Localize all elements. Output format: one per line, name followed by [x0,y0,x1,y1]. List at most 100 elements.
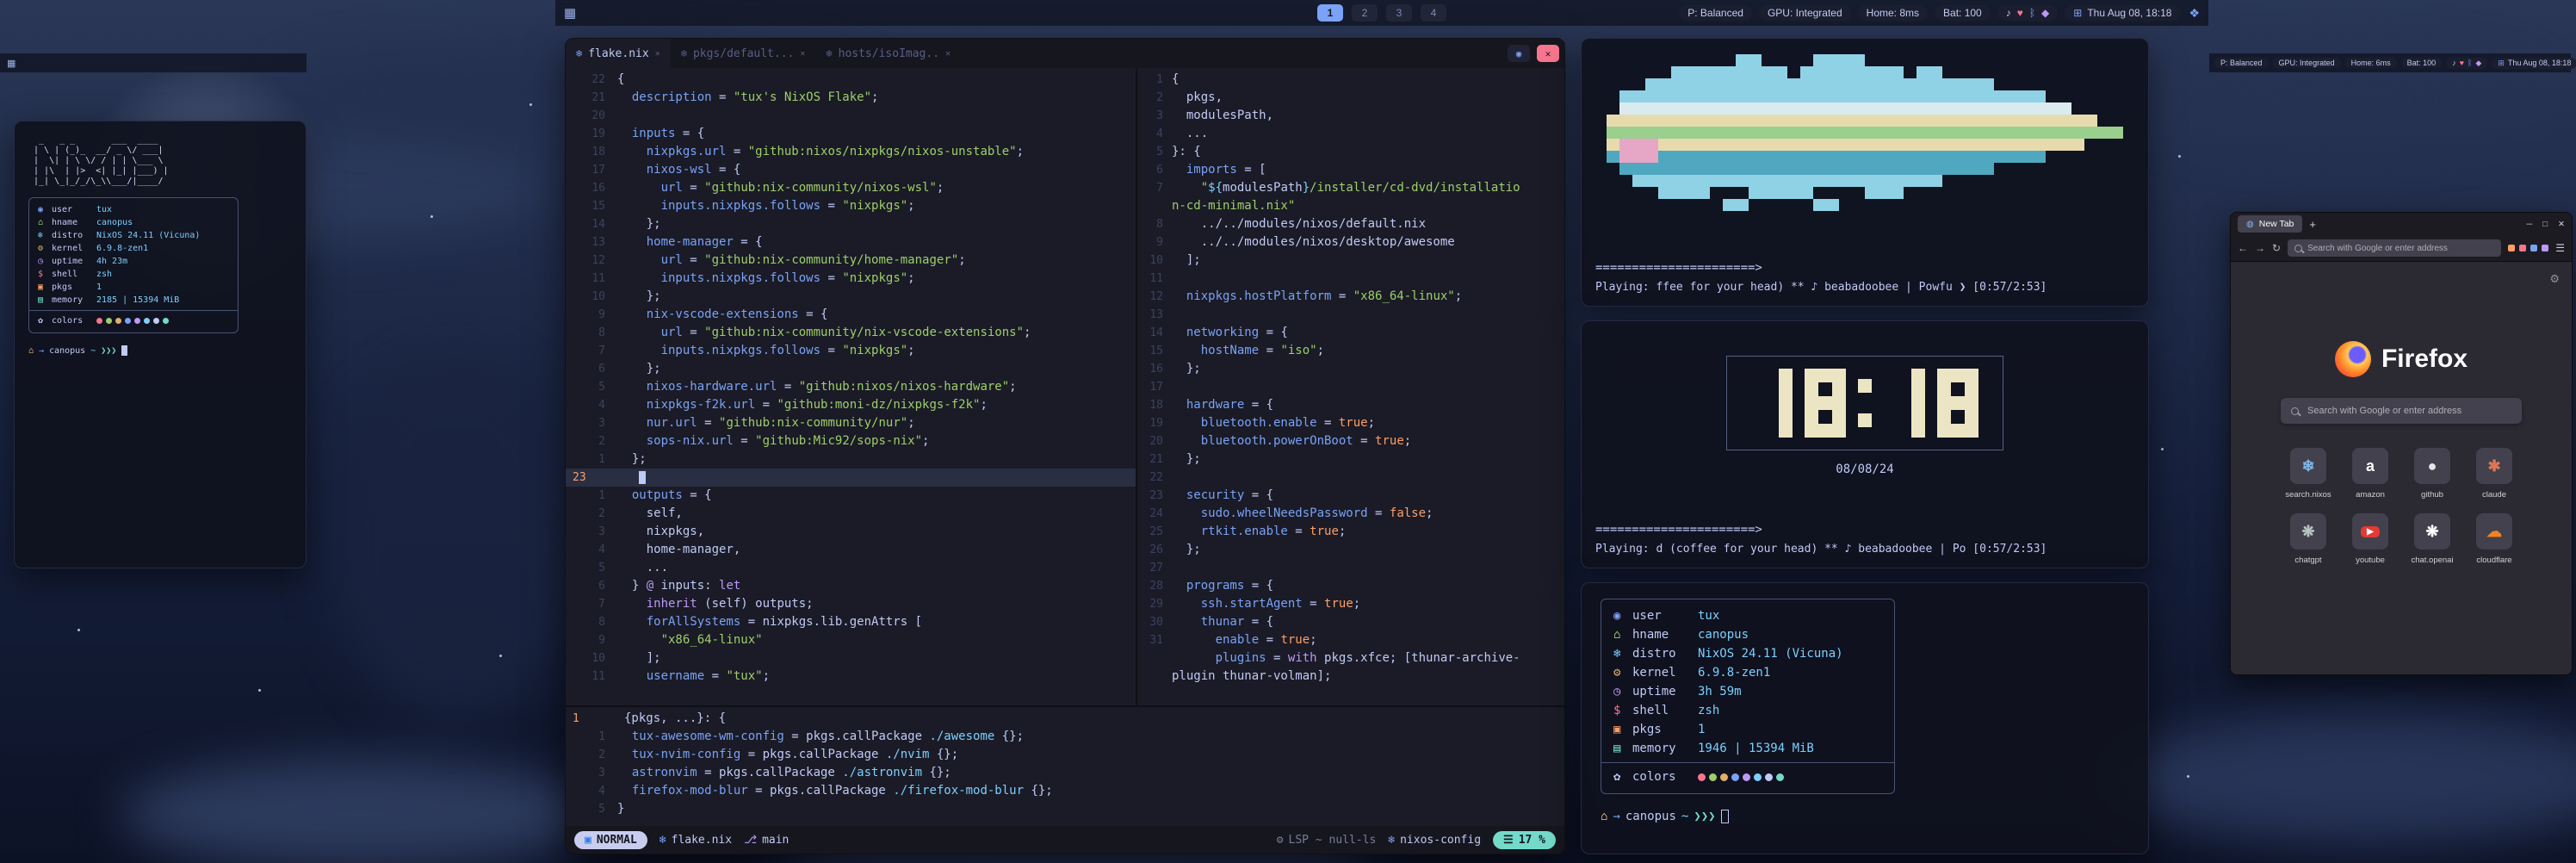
tab-close-icon[interactable]: ✕ [800,49,805,59]
code-line: 24 sudo.wheelNeedsPassword = false; [1137,505,1564,523]
shortcut-github[interactable]: ●github [2406,448,2459,500]
pkgs-icon: ▣ [38,282,52,292]
code-line: 4 nixpkgs-f2k.url = "github:moni-dz/nixp… [566,396,1136,414]
shell-prompt[interactable]: ⌂→canopus~❯❯❯ [1601,810,2129,823]
code-line: 20 bluetooth.powerOnBoot = true; [1137,432,1564,450]
extension-icon[interactable] [2519,245,2526,251]
code-line: 8 url = "github:nix-community/nix-vscode… [566,324,1136,342]
bar-module: Bat: 100 [2401,58,2443,68]
shell-prompt[interactable]: ⌂→canopus~❯❯❯ [28,345,292,356]
forward-button[interactable]: → [2255,242,2265,254]
terminal-clock[interactable]: 08/08/24 ======================> Playing… [1581,320,2149,568]
code-line: 6 imports = [ [1137,161,1564,179]
code-line: 1 }; [566,450,1136,469]
maximize-button[interactable]: □ [2542,220,2548,229]
shortcut-cloudflare[interactable]: ☁cloudflare [2468,513,2521,565]
tab-close-icon[interactable]: ✕ [945,49,951,59]
volume-icon[interactable]: ♪ [2006,7,2011,19]
code-line: 15 hostName = "iso"; [1137,342,1564,360]
shortcut-youtube[interactable]: ▶youtube [2344,513,2397,565]
now-playing-text: Playing: ffee for your head) ** ♪ beabad… [1595,281,2134,294]
firefox-logo [2335,341,2371,377]
palette-dot [1776,773,1784,781]
code-line: plugins = with pkgs.xfce; [thunar-archiv… [1137,649,1564,667]
firefox-window[interactable]: ◍ New Tab + ─ □ ✕ ← → ↻ Search with Google… [2230,212,2573,675]
personalize-gear-icon[interactable]: ⚙ [2549,272,2560,286]
minimize-button[interactable]: ─ [2527,220,2533,229]
editor-pane-iso[interactable]: 1{2 pkgs,3 modulesPath,4 ...5}: {6 impor… [1137,68,1564,705]
code-line: 9 ../../modules/nixos/desktop/awesome [1137,233,1564,251]
terminal-fetch-left[interactable]: _ _ _ ___ ____ | \ | (_)_ __/ _ \/ ___| … [14,121,307,568]
calendar-icon: ⊞ [2498,59,2505,68]
window-close-button[interactable]: ✕ [1537,45,1559,62]
bar-module: Bat: 100 [1935,5,1991,21]
close-button[interactable]: ✕ [2558,220,2565,229]
code-line: 22 [1137,469,1564,487]
reload-button[interactable]: ↻ [2272,242,2281,254]
star [77,629,80,631]
code-line: 6 } @ inputs: let [566,577,1136,595]
code-line: 17 [1137,378,1564,396]
pin-button[interactable]: ◉ [1508,45,1530,62]
shortcut-claude[interactable]: ✱claude [2468,448,2521,500]
url-bar[interactable]: Search with Google or enter address [2288,239,2501,257]
shortcut-chat.openai[interactable]: ❋chat.openai [2406,513,2459,565]
terminal-cursor [121,345,127,356]
code-line: plugin thunar-volman]; [1137,667,1564,686]
terminal-fetch-right[interactable]: ◉usertux⌂hnamecanopus❄distroNixOS 24.11 … [1581,582,2149,854]
top-bar-left-monitor: ▦ [0,53,307,72]
fetch-row-shell: $shellzsh [38,268,229,281]
bluetooth-icon[interactable]: ᛒ [2468,59,2472,67]
extension-icon[interactable] [2508,245,2515,251]
editor-window[interactable]: ❄flake.nix✕❄pkgs/default...✕❄hosts/isoIm… [565,38,1565,854]
search-icon [2294,245,2302,252]
code-line: 3 astronvim = pkgs.callPackage ./astronv… [566,764,1564,782]
shortcut-amazon[interactable]: aamazon [2344,448,2397,500]
bar-module: GPU: Integrated [1759,5,1851,21]
extension-icon[interactable] [2542,245,2548,251]
bluetooth-icon[interactable]: ᛒ [2029,7,2035,19]
home-icon: ⌂ [1601,810,1607,823]
extension-icon[interactable] [2530,245,2537,251]
tab-close-icon[interactable]: ✕ [655,49,660,59]
editor-pane-flake[interactable]: 22{21 description = "tux's NixOS Flake";… [566,68,1136,705]
firefox-wordmark: Firefox [2381,345,2468,374]
workspace-2[interactable]: 2 [1352,4,1378,22]
menu-button[interactable]: ☰ [2555,242,2565,254]
back-button[interactable]: ← [2238,242,2248,254]
new-tab-button[interactable]: + [2309,218,2316,231]
git-branch: ⎇main [744,834,789,847]
fetch-row-user: ◉usertux [38,203,229,216]
layout-icon[interactable]: ❖ [2189,6,2200,21]
workspace-3[interactable]: 3 [1386,4,1412,22]
palette-dot [1720,773,1728,781]
workspace-4[interactable]: 4 [1421,4,1446,22]
shortcut-chatgpt[interactable]: ❋chatgpt [2282,513,2335,565]
shortcut-search.nixos[interactable]: ❄search.nixos [2282,448,2335,500]
music-heart-icon[interactable]: ♥ [2017,7,2023,19]
editor-pane-default-nix[interactable]: 1{pkgs, ...}: {1 tux-awesome-wm-config =… [566,707,1564,826]
search-input[interactable]: Search with Google or enter address [2281,398,2522,424]
terminal-music-visualizer[interactable]: ======================> Playing: ffee fo… [1581,38,2149,307]
code-line: 21 description = "tux's NixOS Flake"; [566,89,1136,107]
editor-tab-hosts/isoImag..[interactable]: ❄hosts/isoImag..✕ [815,39,961,68]
editor-tabbar: ❄flake.nix✕❄pkgs/default...✕❄hosts/isoIm… [566,39,1564,68]
palette-dot [1698,773,1706,781]
volume-icon[interactable]: ♪ [2452,59,2456,67]
editor-tab-pkgs/default...[interactable]: ❄pkgs/default...✕ [671,39,816,68]
notification-icon[interactable]: ◆ [2475,59,2481,68]
browser-tab[interactable]: ◍ New Tab [2238,215,2302,233]
star [430,215,433,218]
music-heart-icon[interactable]: ♥ [2460,59,2464,67]
workspace-switcher[interactable]: 1234 [1317,4,1446,22]
uptime-icon: ◷ [1613,685,1632,698]
code-line: 23 security = { [1137,487,1564,505]
editor-tab-flake.nix[interactable]: ❄flake.nix✕ [566,39,671,68]
scroll-position: ☰17 % [1493,831,1556,849]
app-launcher-icon[interactable]: ▦ [564,5,576,21]
workspace-1[interactable]: 1 [1317,4,1343,22]
palette-dot [1743,773,1750,781]
fetch-row-hname: ⌂hnamecanopus [1613,625,1882,644]
app-launcher-icon[interactable]: ▦ [7,58,15,69]
notification-icon[interactable]: ◆ [2041,7,2049,19]
